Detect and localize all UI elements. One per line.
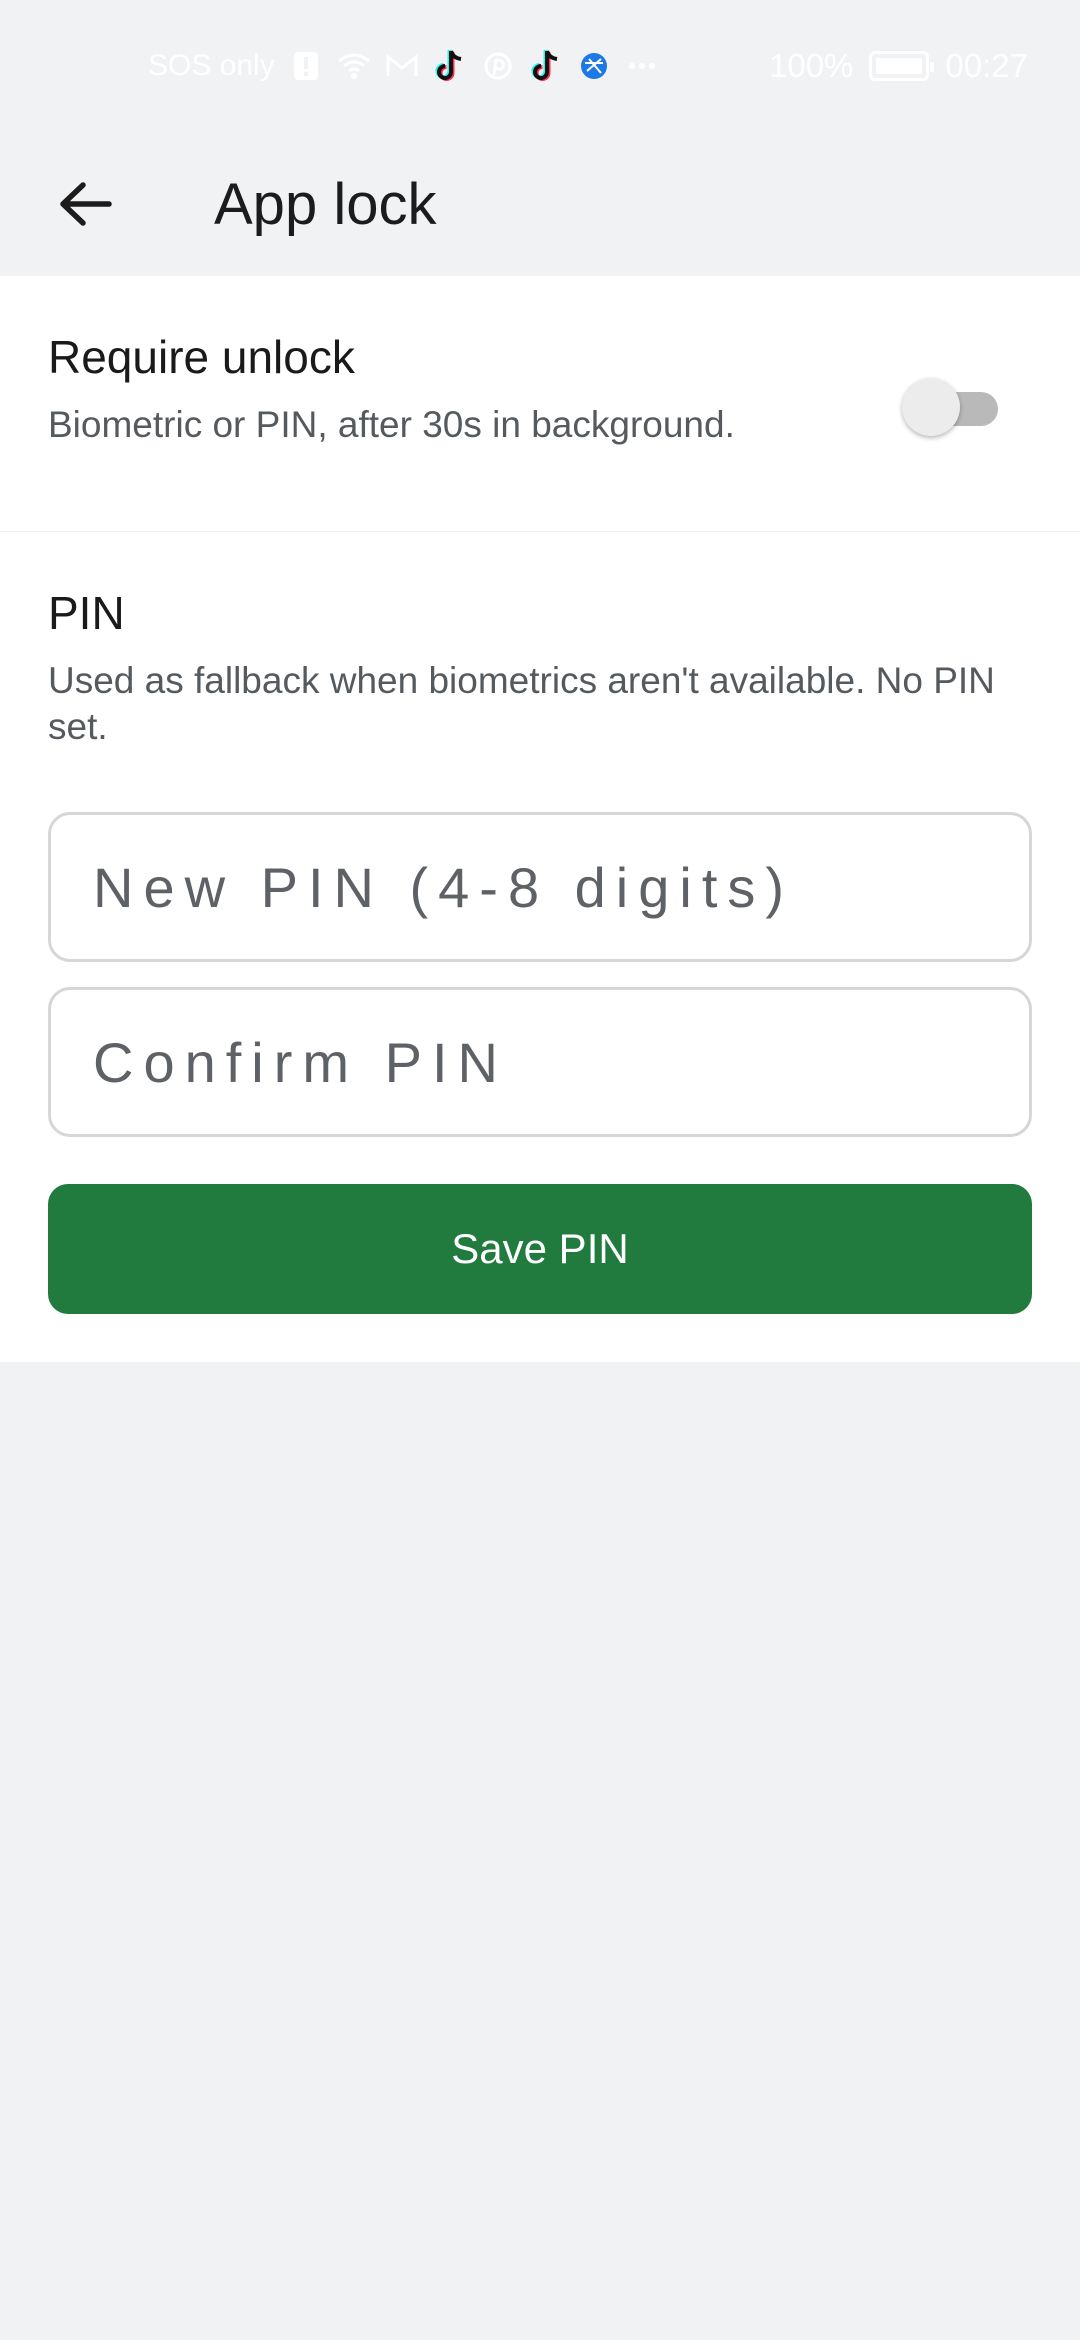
status-left: SOS only — [148, 49, 659, 83]
status-bar: SOS only 100% 00:27 — [0, 0, 1080, 132]
clock: 00:27 — [945, 47, 1028, 84]
page-title: App lock — [214, 171, 437, 237]
pin-subtitle: Used as fallback when biometrics aren't … — [48, 660, 995, 747]
more-icon — [625, 49, 659, 83]
require-unlock-subtitle: Biometric or PIN, after 30s in backgroun… — [48, 404, 735, 445]
require-unlock-toggle[interactable] — [902, 378, 998, 436]
status-right: 100% 00:27 — [769, 47, 1028, 85]
carrier-text: SOS only — [148, 49, 275, 82]
battery-icon — [869, 51, 935, 81]
mail-icon — [385, 49, 419, 83]
pin-card: PIN Used as fallback when biometrics are… — [0, 532, 1080, 1362]
pin-title: PIN — [48, 587, 125, 639]
confirm-pin-input[interactable] — [48, 987, 1032, 1137]
toggle-thumb — [902, 378, 960, 436]
save-pin-button[interactable]: Save PIN — [48, 1184, 1032, 1314]
wifi-icon — [337, 49, 371, 83]
require-unlock-card: Require unlock Biometric or PIN, after 3… — [0, 276, 1080, 531]
require-unlock-text: Require unlock Biometric or PIN, after 3… — [48, 330, 868, 448]
pinterest-icon — [481, 49, 515, 83]
toolbar: App lock — [0, 132, 1080, 276]
require-unlock-title: Require unlock — [48, 331, 355, 383]
alert-icon — [289, 49, 323, 83]
browser-icon — [577, 49, 611, 83]
new-pin-input[interactable] — [48, 812, 1032, 962]
pin-text: PIN Used as fallback when biometrics are… — [48, 586, 1038, 750]
tiktok-icon — [529, 49, 563, 83]
battery-percent: 100% — [769, 47, 854, 84]
tiktok-icon — [433, 49, 467, 83]
back-button[interactable] — [40, 159, 130, 249]
arrow-left-icon — [60, 182, 112, 226]
